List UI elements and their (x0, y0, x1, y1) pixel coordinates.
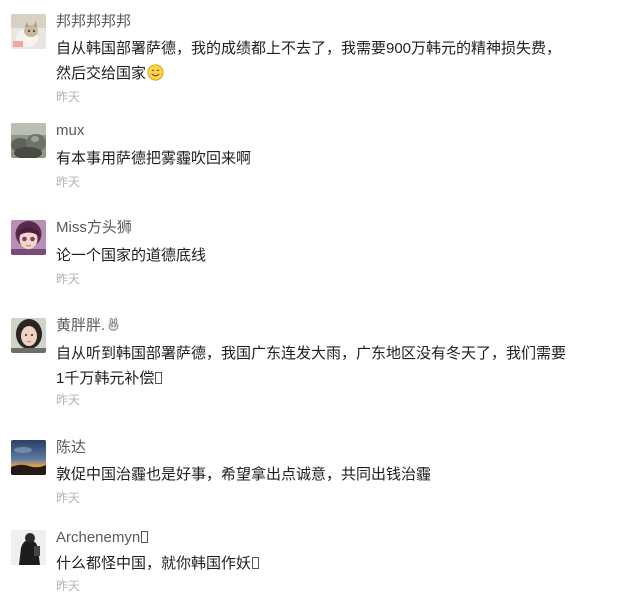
comment-text: 什么都怪中国，就你韩国作妖 (56, 551, 612, 576)
timestamp: 昨天 (56, 90, 81, 104)
girl-avatar-icon[interactable] (11, 220, 46, 255)
missing-glyph-icon (155, 372, 163, 384)
username[interactable]: mux (56, 120, 84, 142)
missing-glyph-icon (141, 531, 149, 543)
username[interactable]: Archenemyn (56, 527, 149, 549)
comment-text: 论一个国家的道德底线 (56, 247, 207, 264)
rocks-avatar-icon[interactable] (11, 123, 46, 158)
username[interactable]: 陈达 (56, 437, 86, 459)
comment-text: 自从听到韩国部署萨德，我国广东连发大雨，广东地区没有冬天了，我们需要 1千万韩元… (56, 341, 612, 391)
username-text: 黄胖胖. (56, 317, 106, 334)
woman-avatar-icon[interactable] (11, 318, 46, 353)
figure-avatar-icon[interactable] (11, 530, 46, 565)
sunset-avatar-icon[interactable] (11, 440, 46, 475)
timestamp: 昨天 (56, 579, 81, 593)
username[interactable]: Miss方头狮 (56, 217, 132, 239)
username-text: Archenemyn (56, 529, 141, 546)
comment-text-line: 什么都怪中国，就你韩国作妖 (56, 555, 252, 572)
username[interactable]: 邦邦邦邦邦 (56, 11, 131, 33)
comment-text-line: 自从听到韩国部署萨德，我国广东连发大雨，广东地区没有冬天了，我们需要 (56, 345, 567, 362)
timestamp: 昨天 (56, 272, 81, 286)
comment-text-line: 1千万韩元补偿 (56, 370, 155, 387)
comment-text: 自从韩国部署萨德，我的成绩都上不去了，我需要900万韩元的精神损失费， 然后交给… (56, 36, 612, 86)
comment-text-line: 自从韩国部署萨德，我的成绩都上不去了，我需要900万韩元的精神损失费， (56, 40, 562, 57)
username[interactable]: 黄胖胖. (56, 315, 120, 337)
missing-glyph-icon (252, 557, 260, 569)
rabbit-badge-icon (107, 316, 120, 331)
cat-avatar-icon[interactable] (11, 14, 46, 49)
comment-text: 有本事用萨德把雾霾吹回来啊 (56, 150, 252, 167)
timestamp: 昨天 (56, 491, 81, 505)
timestamp: 昨天 (56, 175, 81, 189)
comment-text-line: 然后交给国家 (56, 65, 147, 82)
comment-text: 敦促中国治霾也是好事，希望拿出点诚意，共同出钱治霾 (56, 466, 432, 483)
smile-emoji-icon (147, 64, 164, 81)
timestamp: 昨天 (56, 393, 81, 407)
